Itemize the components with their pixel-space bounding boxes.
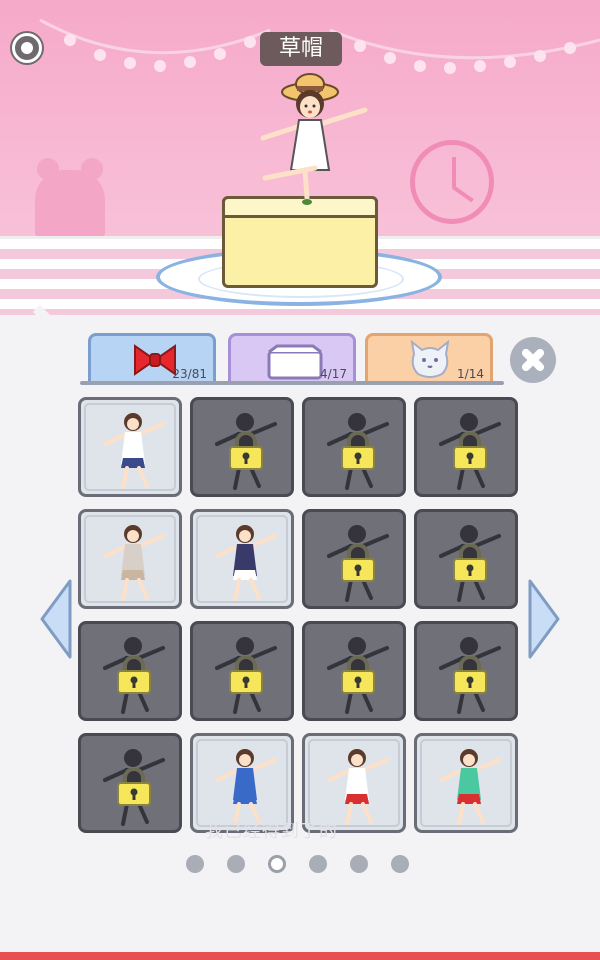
tab-pets[interactable]: 1/14 [365, 333, 493, 383]
tab-count: 4/17 [320, 367, 347, 381]
page-dot[interactable] [350, 855, 368, 873]
bear-silhouette [35, 158, 105, 240]
box-icon [267, 344, 323, 380]
faint-caption: 我已经得到了的 [205, 821, 338, 842]
outfit-cell-crow-figure[interactable] [414, 397, 518, 497]
tab-count: 1/14 [457, 367, 484, 381]
next-page-arrow[interactable] [526, 577, 562, 661]
padlock-icon [453, 544, 487, 582]
padlock-icon [453, 656, 487, 694]
outfit-title: 草帽 [260, 32, 342, 66]
outfit-cell-frog-figure[interactable] [302, 621, 406, 721]
outfit-cell-yellow-figure[interactable] [190, 621, 294, 721]
padlock-icon [341, 432, 375, 470]
outfit-cell-kimono-figure[interactable] [414, 509, 518, 609]
outfit-cell-painter-outfit[interactable] [414, 733, 518, 833]
padlock-icon [117, 768, 151, 806]
tracksuit-outfit-icon [215, 525, 277, 602]
padlock-icon [341, 656, 375, 694]
outfit-cell-casual-outfit[interactable] [78, 509, 182, 609]
page-dot[interactable] [268, 855, 286, 873]
cat-icon [410, 340, 450, 378]
page-dot[interactable] [186, 855, 204, 873]
page-indicator [186, 853, 416, 873]
outfit-cell-broom-figure[interactable] [302, 509, 406, 609]
bottom-bar [0, 952, 600, 960]
clock-icon [410, 140, 494, 224]
tab-underline [80, 381, 504, 385]
padlock-icon [229, 432, 263, 470]
padlock-icon [341, 544, 375, 582]
casual-outfit-icon [103, 525, 165, 602]
tab-accessories[interactable]: 23/81 [88, 333, 216, 383]
outfit-cell-mummy-figure[interactable] [78, 733, 182, 833]
outfit-cell-schoolgirl-outfit[interactable] [78, 397, 182, 497]
wardrobe-panel: 23/81 4/17 1/14 我已经得到了的 [0, 304, 600, 960]
padlock-icon [229, 656, 263, 694]
outfit-cell-tracksuit-outfit[interactable] [190, 509, 294, 609]
outfit-cell-silhouette-figure[interactable] [190, 397, 294, 497]
tab-items[interactable]: 4/17 [228, 333, 356, 383]
outfit-cell-spear-figure[interactable] [414, 621, 518, 721]
outfit-cell-fan-figure[interactable] [78, 621, 182, 721]
schoolgirl-outfit-icon [103, 413, 165, 490]
blue-jersey-outfit-icon [215, 749, 277, 826]
close-button[interactable] [510, 337, 556, 383]
girl-character[interactable] [255, 70, 375, 210]
chef-outfit-icon [327, 749, 389, 826]
tab-count: 23/81 [172, 367, 207, 381]
page-dot[interactable] [391, 855, 409, 873]
page-dot[interactable] [227, 855, 245, 873]
painter-outfit-icon [439, 749, 501, 826]
prev-page-arrow[interactable] [38, 577, 74, 661]
page-dot[interactable] [309, 855, 327, 873]
back-button[interactable] [12, 33, 42, 63]
padlock-icon [453, 432, 487, 470]
padlock-icon [117, 656, 151, 694]
outfit-cell-vegetable-figure[interactable] [302, 397, 406, 497]
